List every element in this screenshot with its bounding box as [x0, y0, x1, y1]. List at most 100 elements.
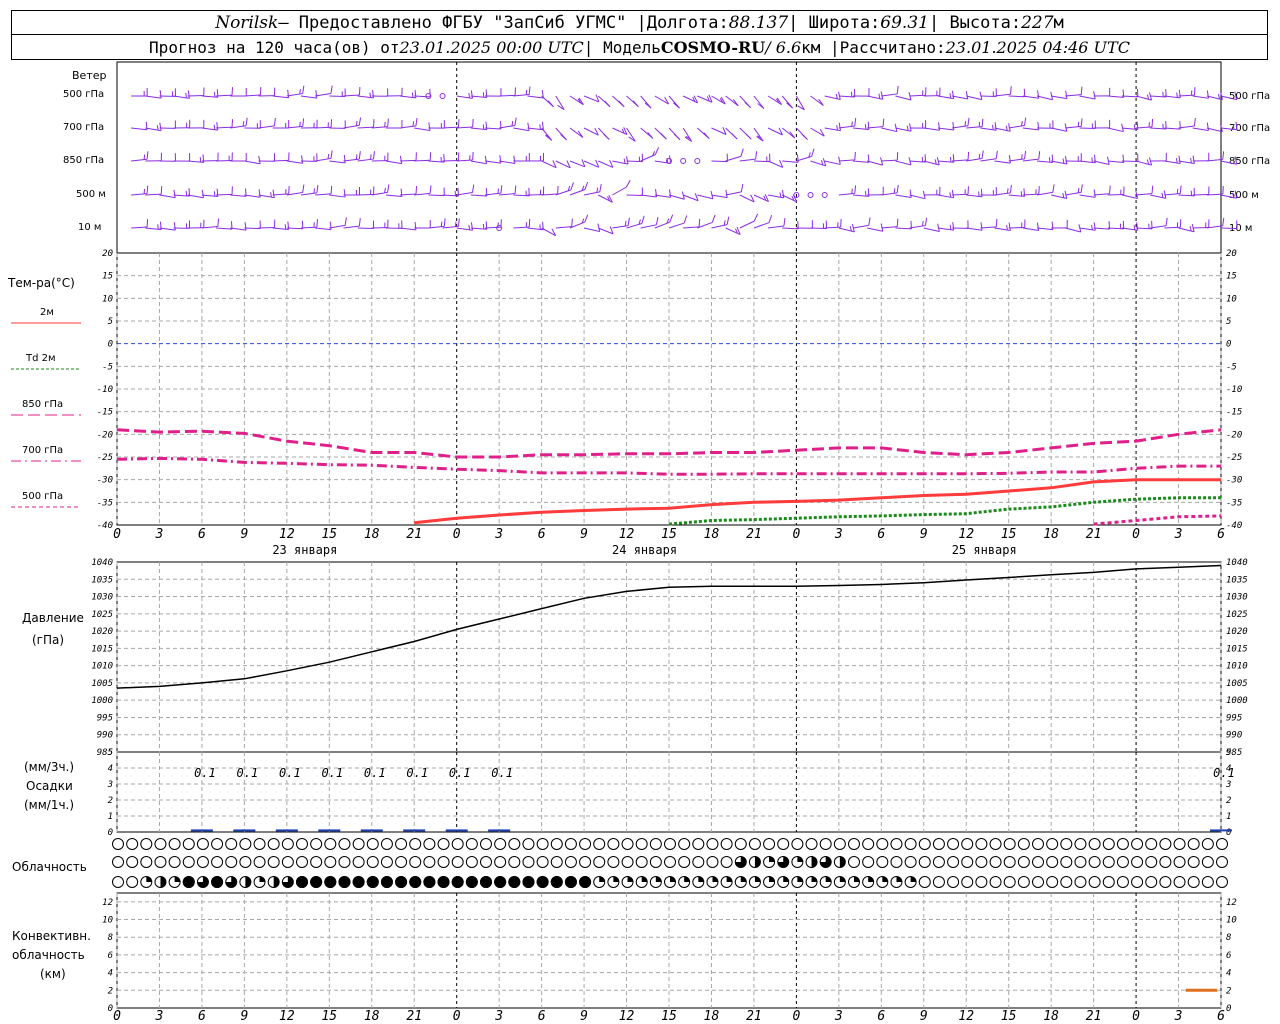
wind-barb [1220, 227, 1238, 230]
cloud-symbol [1201, 838, 1214, 850]
wind-barb-feather [201, 189, 205, 198]
wind-barb-feather [370, 154, 372, 160]
cloud-symbol-quarter [769, 856, 775, 862]
wind-barb [626, 160, 643, 163]
wind-barb [1079, 194, 1096, 198]
cloud-symbol [536, 838, 549, 850]
wind-barb [400, 125, 417, 129]
wind-barb [216, 193, 233, 196]
cloud-symbol [253, 838, 266, 850]
wind-barb [470, 127, 487, 131]
wind-barb-feather [355, 154, 358, 160]
wind-barb [484, 127, 501, 130]
precip-value-label: 0.1 [237, 766, 259, 780]
wind-barb [343, 94, 360, 97]
wind-barb-feather [358, 117, 362, 126]
wind-barb [640, 224, 657, 229]
cloud-symbol [621, 838, 634, 850]
cloud-symbol [918, 856, 931, 868]
wind-barb-feather [811, 148, 815, 157]
conv-tick-left: 10 [102, 916, 113, 926]
wind-barb [258, 125, 275, 129]
pressure-tick-left: 1005 [91, 679, 113, 689]
wind-barb-feather [258, 189, 261, 198]
cloud-symbol [876, 856, 889, 868]
wind-barb-feather [854, 151, 856, 160]
wind-barb [272, 159, 289, 162]
wind-barb [1022, 127, 1039, 131]
wind-barb-feather [429, 185, 432, 194]
hour-tick-label: 9 [920, 527, 928, 542]
precip-tick-left: 5 [108, 748, 113, 758]
hour-tick-label: 18 [1043, 1009, 1059, 1024]
wind-barb-feather [1009, 184, 1012, 193]
wind-barb [1135, 95, 1152, 101]
cloud-symbol-full [182, 876, 195, 888]
wind-barb [867, 227, 883, 232]
hour-tick-label: 15 [321, 527, 337, 542]
cloud-symbol-quarter [868, 876, 874, 882]
day-label: 23 января [272, 543, 337, 557]
wind-barb [1107, 95, 1124, 98]
cloud-symbol-quarter [797, 876, 803, 882]
wind-barb [145, 127, 162, 132]
wind-barb-feather [1165, 217, 1168, 226]
conv-tick-right: 12 [1226, 898, 1237, 908]
wind-barb [1107, 127, 1124, 133]
cloud-symbol [607, 856, 620, 868]
wind-barb [867, 95, 883, 100]
cloud-symbol [947, 876, 960, 888]
wind-barb [187, 194, 204, 199]
wind-barb [881, 226, 898, 229]
wind-barb [1206, 193, 1223, 196]
cloud-symbol [1102, 856, 1115, 868]
wind-barb-feather [472, 151, 474, 161]
cloud-symbol [1102, 876, 1115, 888]
pressure-tick-right: 1035 [1226, 575, 1248, 585]
wind-barb-feather [514, 117, 517, 126]
wind-barb [315, 227, 332, 231]
cloud-symbol [876, 838, 889, 850]
wind-barb [216, 94, 233, 97]
cloud-symbol [536, 856, 549, 868]
hour-tick-label: 12 [958, 527, 974, 542]
wind-level-right: 700 гПа [1229, 123, 1270, 134]
wind-barb-feather [1109, 185, 1111, 194]
cloud-symbol [961, 838, 974, 850]
cloud-symbol [196, 838, 209, 850]
wind-barb-feather [1093, 222, 1096, 231]
cloud-symbol [324, 838, 337, 850]
wind-barb [499, 124, 516, 129]
cloud-symbol [918, 838, 931, 850]
precip-tick-left: 0 [108, 828, 113, 838]
wind-barb-feather [669, 214, 674, 223]
temp-tick-left: -40 [97, 521, 113, 531]
wind-barb [400, 193, 417, 196]
hour-tick-label: 0 [113, 1009, 121, 1024]
wind-barb-feather [301, 155, 304, 164]
cloud-symbol [678, 856, 691, 868]
wind-barb-feather [878, 93, 881, 99]
wind-barb [1164, 226, 1181, 229]
cloud-symbol [635, 856, 648, 868]
wind-barb [400, 95, 417, 99]
cloud-symbol-quarter [910, 876, 917, 882]
wind-barb-feather [484, 155, 488, 164]
wind-barb-feather [626, 156, 629, 165]
wind-barb [1008, 194, 1025, 197]
wind-barb-feather [440, 221, 443, 227]
precip-value-label: 0.1 [279, 766, 301, 780]
cloud-symbol [508, 856, 521, 868]
wind-barb-feather [744, 101, 752, 109]
hour-tick-label: 6 [877, 1009, 885, 1024]
wind-barb-feather [1206, 90, 1210, 99]
wind-barb [909, 194, 926, 200]
wind-barb-feather [1064, 156, 1068, 165]
wind-barb-feather [358, 151, 361, 160]
cloud-symbol [522, 838, 535, 850]
wind-barb-feather [669, 189, 672, 198]
wind-barb-feather [173, 222, 176, 231]
hour-tick-label: 18 [704, 1009, 720, 1024]
cloud-symbol [621, 856, 634, 868]
cloud-symbol-quarter [670, 876, 676, 882]
